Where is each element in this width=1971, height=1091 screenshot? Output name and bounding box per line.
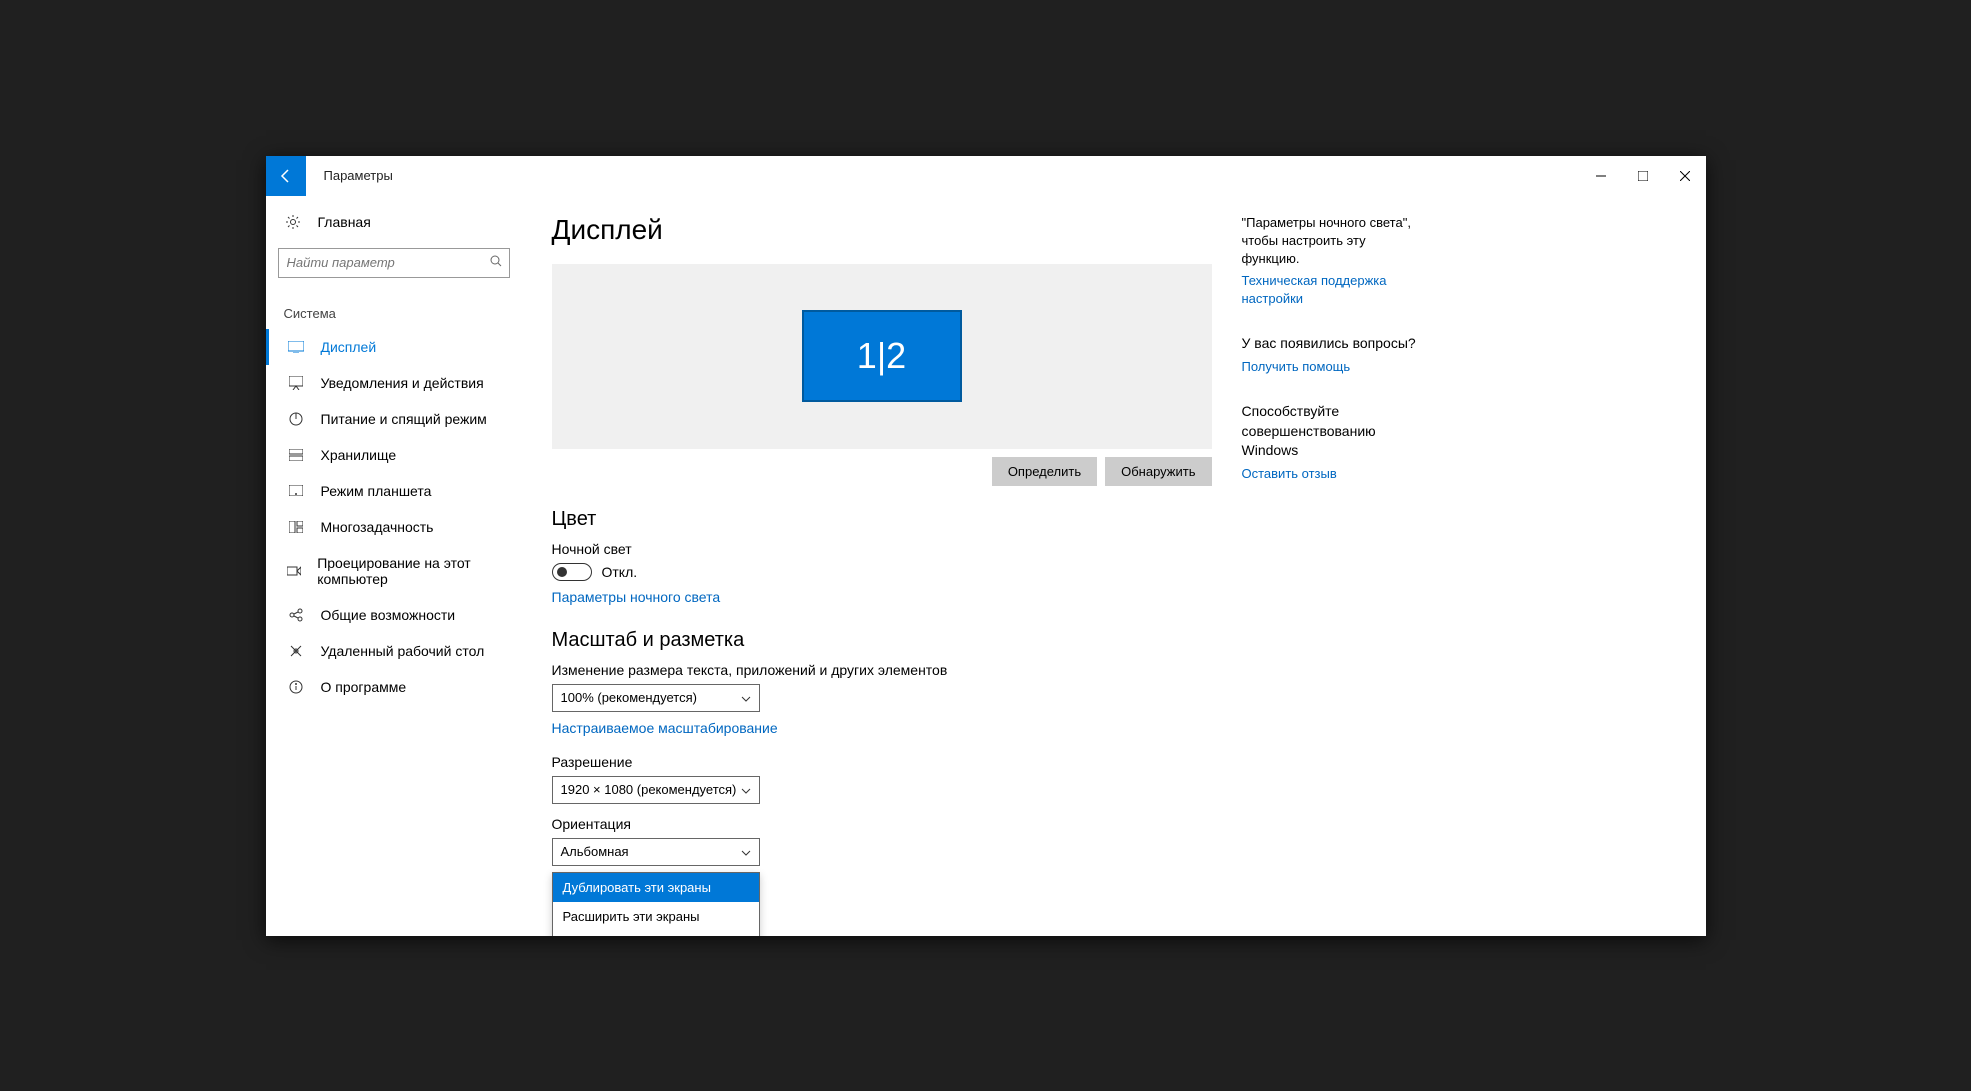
scale-combobox[interactable]: 100% (рекомендуется) xyxy=(552,684,760,712)
color-heading: Цвет xyxy=(552,508,1212,531)
nav-power[interactable]: Питание и спящий режим xyxy=(266,401,522,437)
display-arrange-area[interactable]: 1|2 xyxy=(552,264,1212,449)
nav-multitask[interactable]: Многозадачность xyxy=(266,509,522,545)
dropdown-item-duplicate[interactable]: Дублировать эти экраны xyxy=(553,873,759,902)
toggle-knob xyxy=(557,567,567,577)
nav-label: О программе xyxy=(321,679,407,695)
nav-tablet[interactable]: Режим планшета xyxy=(266,473,522,509)
orientation-combobox[interactable]: Альбомная xyxy=(552,838,760,866)
nav-label: Дисплей xyxy=(321,339,377,355)
nav-label: Проецирование на этот компьютер xyxy=(317,555,503,587)
close-icon xyxy=(1680,171,1690,181)
nav-label: Многозадачность xyxy=(321,519,434,535)
chevron-down-icon xyxy=(741,690,751,705)
nav-projecting[interactable]: Проецирование на этот компьютер xyxy=(266,545,522,597)
feedback-link[interactable]: Оставить отзыв xyxy=(1242,465,1422,483)
scale-value: 100% (рекомендуется) xyxy=(561,690,697,705)
project-icon xyxy=(287,565,302,577)
scale-label: Изменение размера текста, приложений и д… xyxy=(552,662,1212,678)
window-title: Параметры xyxy=(306,168,393,183)
dropdown-item-only1[interactable]: Показать только на 1 xyxy=(553,931,759,936)
power-icon xyxy=(287,412,305,426)
resolution-label: Разрешение xyxy=(552,754,1212,770)
back-button[interactable] xyxy=(266,156,306,196)
gear-icon xyxy=(284,214,302,230)
share-icon xyxy=(287,608,305,622)
nightlight-toggle[interactable] xyxy=(552,563,592,581)
custom-scaling-link[interactable]: Настраиваемое масштабирование xyxy=(552,720,778,736)
right-feedback-group: Способствуйте совершенствованию Windows … xyxy=(1242,402,1422,483)
search-wrap xyxy=(266,238,522,278)
storage-icon xyxy=(287,449,305,461)
info-icon xyxy=(287,680,305,694)
main: Дисплей 1|2 Определить Обнаружить Цвет Н… xyxy=(522,196,1706,936)
orientation-label: Ориентация xyxy=(552,816,1212,832)
nav-about[interactable]: О программе xyxy=(266,669,522,705)
tablet-icon xyxy=(287,485,305,496)
resolution-value: 1920 × 1080 (рекомендуется) xyxy=(561,782,737,797)
nav-notifications[interactable]: Уведомления и действия xyxy=(266,365,522,401)
nightlight-label: Ночной свет xyxy=(552,541,1212,557)
sidebar-home[interactable]: Главная xyxy=(266,206,522,238)
minimize-icon xyxy=(1596,171,1606,181)
titlebar: Параметры xyxy=(266,156,1706,196)
identify-button[interactable]: Определить xyxy=(992,457,1097,486)
arrow-left-icon xyxy=(278,168,294,184)
content: Дисплей 1|2 Определить Обнаружить Цвет Н… xyxy=(552,214,1212,936)
remote-icon xyxy=(287,644,305,658)
close-button[interactable] xyxy=(1664,156,1706,196)
minimize-button[interactable] xyxy=(1580,156,1622,196)
maximize-button[interactable] xyxy=(1622,156,1664,196)
arrange-buttons: Определить Обнаружить xyxy=(552,457,1212,486)
nightlight-state: Откл. xyxy=(602,564,638,580)
nav-storage[interactable]: Хранилище xyxy=(266,437,522,473)
nav-remote[interactable]: Удаленный рабочий стол xyxy=(266,633,522,669)
nav-display[interactable]: Дисплей xyxy=(266,329,522,365)
questions-heading: У вас появились вопросы? xyxy=(1242,334,1422,354)
nightlight-toggle-row: Откл. xyxy=(552,563,1212,581)
page-heading: Дисплей xyxy=(552,214,1212,246)
nav-label: Режим планшета xyxy=(321,483,432,499)
nav-label: Хранилище xyxy=(321,447,397,463)
feedback-heading: Способствуйте совершенствованию Windows xyxy=(1242,402,1422,461)
chevron-down-icon xyxy=(741,844,751,859)
sidebar: Главная Система Дисплей Уведомления и де… xyxy=(266,196,522,936)
display-icon xyxy=(287,341,305,353)
notification-icon xyxy=(287,376,305,390)
orientation-value: Альбомная xyxy=(561,844,629,859)
right-questions-group: У вас появились вопросы? Получить помощь xyxy=(1242,334,1422,376)
window-controls xyxy=(1580,156,1706,196)
body: Главная Система Дисплей Уведомления и де… xyxy=(266,196,1706,936)
right-pane: "Параметры ночного света", чтобы настрои… xyxy=(1212,214,1432,936)
nav-label: Питание и спящий режим xyxy=(321,411,487,427)
detect-button[interactable]: Обнаружить xyxy=(1105,457,1211,486)
resolution-combobox[interactable]: 1920 × 1080 (рекомендуется) xyxy=(552,776,760,804)
nightlight-settings-link[interactable]: Параметры ночного света xyxy=(552,589,721,605)
nav-shared[interactable]: Общие возможности xyxy=(266,597,522,633)
search-icon xyxy=(490,254,502,272)
nav-label: Удаленный рабочий стол xyxy=(321,643,485,659)
maximize-icon xyxy=(1638,171,1648,181)
scale-heading: Масштаб и разметка xyxy=(552,629,1212,652)
get-help-link[interactable]: Получить помощь xyxy=(1242,358,1422,376)
search-input[interactable] xyxy=(278,248,510,278)
right-hint-text: "Параметры ночного света", чтобы настрои… xyxy=(1242,214,1422,269)
chevron-down-icon xyxy=(741,782,751,797)
sidebar-section-label: Система xyxy=(266,278,522,329)
tech-support-link[interactable]: Техническая поддержка настройки xyxy=(1242,272,1422,308)
nav-label: Общие возможности xyxy=(321,607,456,623)
dropdown-item-extend[interactable]: Расширить эти экраны xyxy=(553,902,759,931)
right-hint-group: "Параметры ночного света", чтобы настрои… xyxy=(1242,214,1422,309)
sidebar-home-label: Главная xyxy=(318,214,371,230)
multidisplay-dropdown: Дублировать эти экраны Расширить эти экр… xyxy=(552,872,760,936)
monitor-thumbnail[interactable]: 1|2 xyxy=(802,310,962,402)
nav-label: Уведомления и действия xyxy=(321,375,484,391)
settings-window: Параметры Главная Система Дисплей xyxy=(266,156,1706,936)
multitask-icon xyxy=(287,521,305,533)
